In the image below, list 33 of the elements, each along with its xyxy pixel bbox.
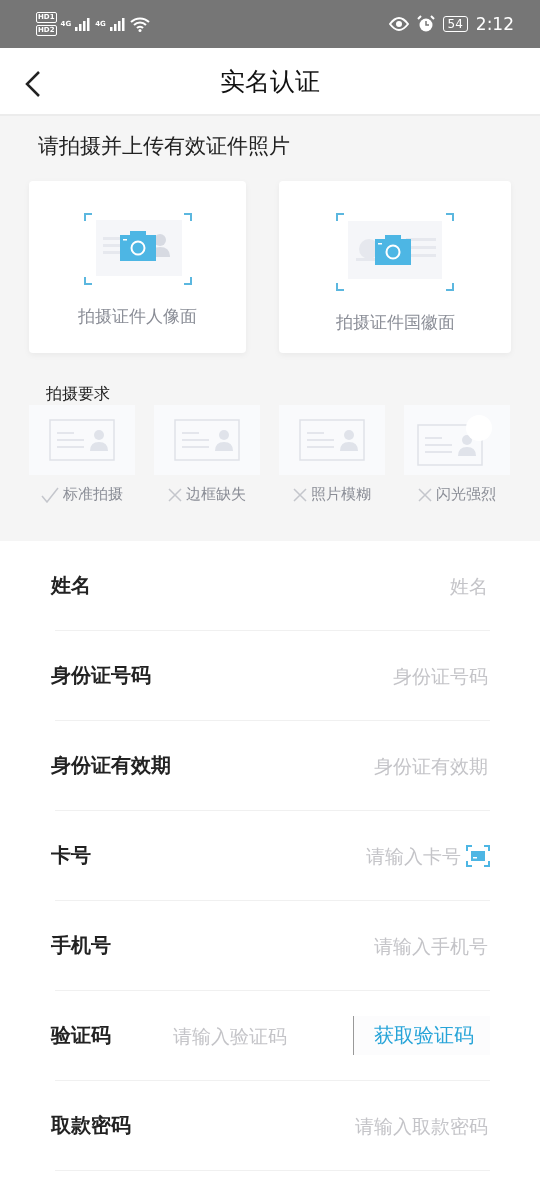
field-label: 身份证有效期	[51, 752, 171, 779]
requirements-title: 拍摄要求	[46, 383, 111, 405]
field-label: 身份证号码	[51, 662, 151, 689]
section-heading: 请拍摄并上传有效证件照片	[38, 133, 291, 160]
input-field[interactable]: 姓名	[91, 573, 490, 598]
field-label: 卡号	[51, 842, 91, 869]
input-field[interactable]: 请输入手机号	[111, 933, 490, 958]
requirement-label: 照片模糊	[311, 485, 371, 504]
input-field[interactable]: 请输入卡号	[91, 843, 463, 868]
clock-time: 2:12	[475, 14, 514, 34]
alarm-icon	[416, 15, 435, 33]
id-card-drawing	[49, 419, 115, 461]
input-field[interactable]: 身份证号码	[151, 663, 490, 688]
eye-icon	[388, 17, 409, 31]
field-label: 姓名	[51, 572, 91, 599]
input-field[interactable]: 请输入验证码	[171, 1023, 353, 1048]
input-field[interactable]: 请输入取款密码	[131, 1113, 490, 1138]
page-title: 实名认证	[220, 65, 320, 98]
signal-icon	[109, 17, 126, 31]
field-label: 验证码	[51, 1022, 111, 1049]
field-label: 取款密码	[51, 1112, 131, 1139]
requirement-label: 边框缺失	[186, 485, 246, 504]
id-card-drawing	[174, 419, 240, 461]
signal-icon	[75, 17, 92, 31]
requirement-label: 闪光强烈	[436, 485, 496, 504]
id-photo-card[interactable]: 拍摄证件人像面	[29, 181, 246, 353]
id-card-drawing	[299, 419, 365, 461]
requirement-label: 标准拍摄	[63, 485, 123, 504]
wifi-icon	[129, 16, 150, 32]
id-photo-card[interactable]: 拍摄证件国徽面	[279, 181, 511, 353]
field-label: 手机号	[51, 932, 111, 959]
battery-level: 54	[442, 16, 468, 32]
input-field[interactable]: 身份证有效期	[171, 753, 490, 778]
